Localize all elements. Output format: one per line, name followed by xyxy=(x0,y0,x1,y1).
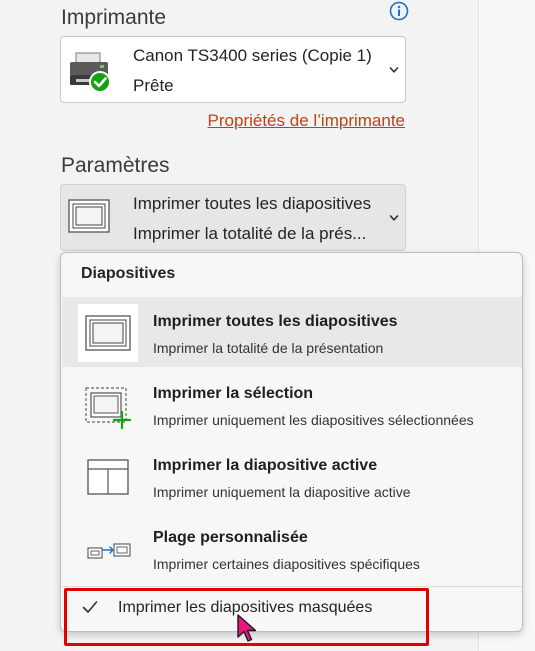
menu-item-title: Imprimer la diapositive active xyxy=(153,457,378,474)
settings-section-title: Paramètres xyxy=(61,154,170,177)
selection-icon xyxy=(85,387,132,430)
custom-range-icon xyxy=(87,543,131,559)
menu-item-desc: Imprimer uniquement les diapositives sél… xyxy=(153,412,474,428)
menu-item-active-slide[interactable]: Imprimer la diapositive active Imprimer … xyxy=(62,441,522,511)
menu-icon-frame xyxy=(78,304,138,362)
menu-item-selection[interactable]: Imprimer la sélection Imprimer uniquemen… xyxy=(62,369,522,439)
menu-item-title: Imprimer toutes les diapositives xyxy=(153,313,398,330)
printer-properties-link[interactable]: Propriétés de l’imprimante xyxy=(208,111,405,131)
info-icon[interactable] xyxy=(389,1,409,21)
menu-item-title: Plage personnalisée xyxy=(153,529,308,546)
menu-header: Diapositives xyxy=(81,265,176,282)
menu-item-all-slides[interactable]: Imprimer toutes les diapositives Imprime… xyxy=(62,297,522,367)
slides-range-menu: Diapositives Imprimer toutes les diaposi… xyxy=(60,252,523,632)
printer-name: Canon TS3400 series (Copie 1) xyxy=(133,46,372,65)
menu-item-desc: Imprimer uniquement la diapositive activ… xyxy=(153,484,411,500)
menu-item-custom-range[interactable]: Plage personnalisée Imprimer certaines d… xyxy=(62,513,522,583)
mouse-cursor-icon xyxy=(237,614,257,642)
all-slides-icon xyxy=(85,315,131,351)
printer-status: Prête xyxy=(133,76,174,95)
slides-range-selected-desc: Imprimer la totalité de la prés... xyxy=(133,224,367,243)
menu-item-desc: Imprimer la totalité de la présentation xyxy=(153,340,384,356)
menu-icon-frame xyxy=(78,376,138,434)
menu-icon-frame xyxy=(78,520,138,578)
printer-section-title: Imprimante xyxy=(61,6,167,29)
printer-icon xyxy=(70,52,111,93)
menu-divider xyxy=(62,586,522,587)
menu-icon-frame xyxy=(78,448,138,506)
slides-range-selected-title: Imprimer toutes les diapositives xyxy=(133,194,372,213)
printer-dropdown[interactable]: Canon TS3400 series (Copie 1) Prête xyxy=(60,36,406,103)
all-slides-icon xyxy=(68,199,110,233)
chevron-down-icon xyxy=(389,215,399,221)
menu-item-desc: Imprimer certaines diapositives spécifiq… xyxy=(153,556,420,572)
chevron-down-icon xyxy=(389,67,399,73)
slides-range-dropdown[interactable]: Imprimer toutes les diapositives Imprime… xyxy=(60,184,406,251)
active-slide-icon xyxy=(87,459,129,495)
menu-item-title: Imprimer la sélection xyxy=(153,385,314,402)
